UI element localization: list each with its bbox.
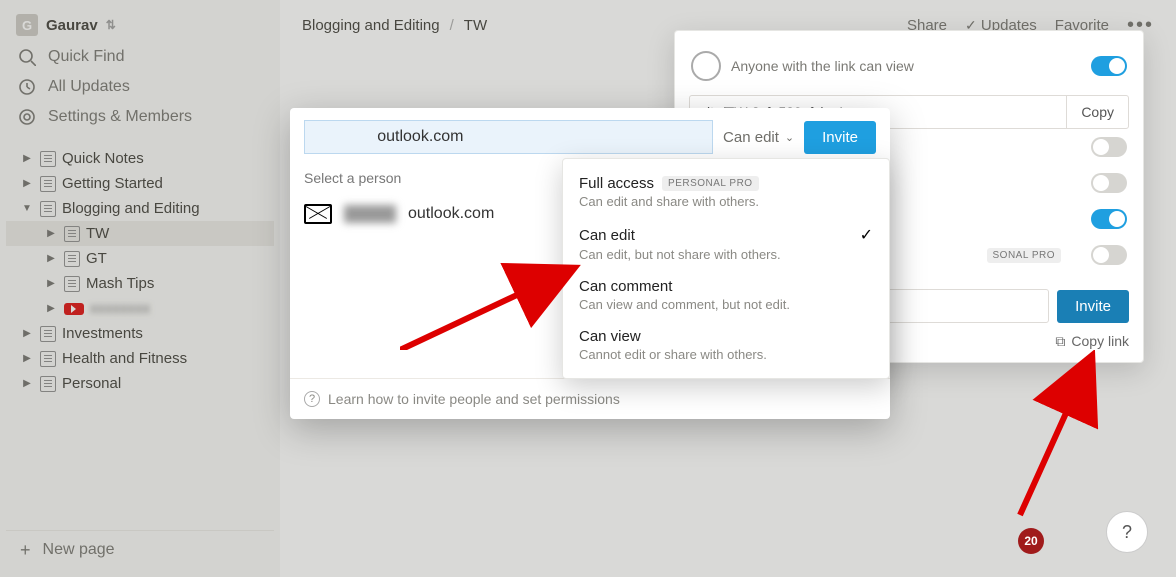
check-icon: ✓ bbox=[860, 225, 873, 245]
mail-icon bbox=[304, 204, 332, 224]
perm-desc: Can view and comment, but not edit. bbox=[579, 297, 873, 312]
share-link-toggle[interactable] bbox=[1091, 56, 1127, 76]
perm-can-view[interactable]: Can view Cannot edit or share with other… bbox=[563, 320, 889, 370]
permission-menu: Full access PERSONAL PRO Can edit and sha… bbox=[562, 158, 890, 379]
pro-badge: PERSONAL PRO bbox=[662, 176, 759, 191]
person-email-suffix: outlook.com bbox=[408, 205, 494, 223]
share-link-text: Anyone with the link can view bbox=[731, 58, 914, 74]
permission-select[interactable]: Can edit ⌄ bbox=[723, 129, 794, 146]
copy-url-button[interactable]: Copy bbox=[1066, 96, 1128, 128]
globe-icon bbox=[691, 51, 721, 81]
chevron-down-icon: ⌄ bbox=[785, 131, 794, 144]
perm-title: Full access bbox=[579, 175, 654, 192]
person-email-blurred: xx bbox=[344, 205, 396, 223]
option-toggle-3[interactable] bbox=[1091, 209, 1127, 229]
notification-badge[interactable]: 20 bbox=[1018, 528, 1044, 554]
pro-badge: SONAL PRO bbox=[987, 248, 1061, 263]
perm-can-edit[interactable]: Can edit ✓ Can edit, but not share with o… bbox=[563, 217, 889, 270]
perm-title: Can comment bbox=[579, 278, 672, 295]
option-toggle-2[interactable] bbox=[1091, 173, 1127, 193]
perm-desc: Cannot edit or share with others. bbox=[579, 347, 873, 362]
perm-desc: Can edit and share with others. bbox=[579, 194, 873, 209]
perm-full-access[interactable]: Full access PERSONAL PRO Can edit and sha… bbox=[563, 167, 889, 217]
option-toggle-4[interactable] bbox=[1091, 245, 1127, 265]
option-toggle-1[interactable] bbox=[1091, 137, 1127, 157]
perm-title: Can edit bbox=[579, 227, 635, 244]
help-icon: ? bbox=[304, 391, 320, 407]
perm-title: Can view bbox=[579, 328, 641, 345]
perm-desc: Can edit, but not share with others. bbox=[579, 247, 873, 262]
copy-link-label: Copy link bbox=[1071, 333, 1129, 350]
link-icon: ⧉ bbox=[1055, 333, 1065, 350]
invite-submit-button[interactable]: Invite bbox=[804, 121, 876, 154]
invite-help-link[interactable]: Learn how to invite people and set permi… bbox=[328, 391, 620, 407]
help-float-button[interactable]: ? bbox=[1106, 511, 1148, 553]
perm-can-comment[interactable]: Can comment Can view and comment, but no… bbox=[563, 270, 889, 320]
invite-button-popover[interactable]: Invite bbox=[1057, 290, 1129, 323]
permission-select-label: Can edit bbox=[723, 129, 779, 146]
invite-email-input[interactable] bbox=[304, 120, 713, 154]
